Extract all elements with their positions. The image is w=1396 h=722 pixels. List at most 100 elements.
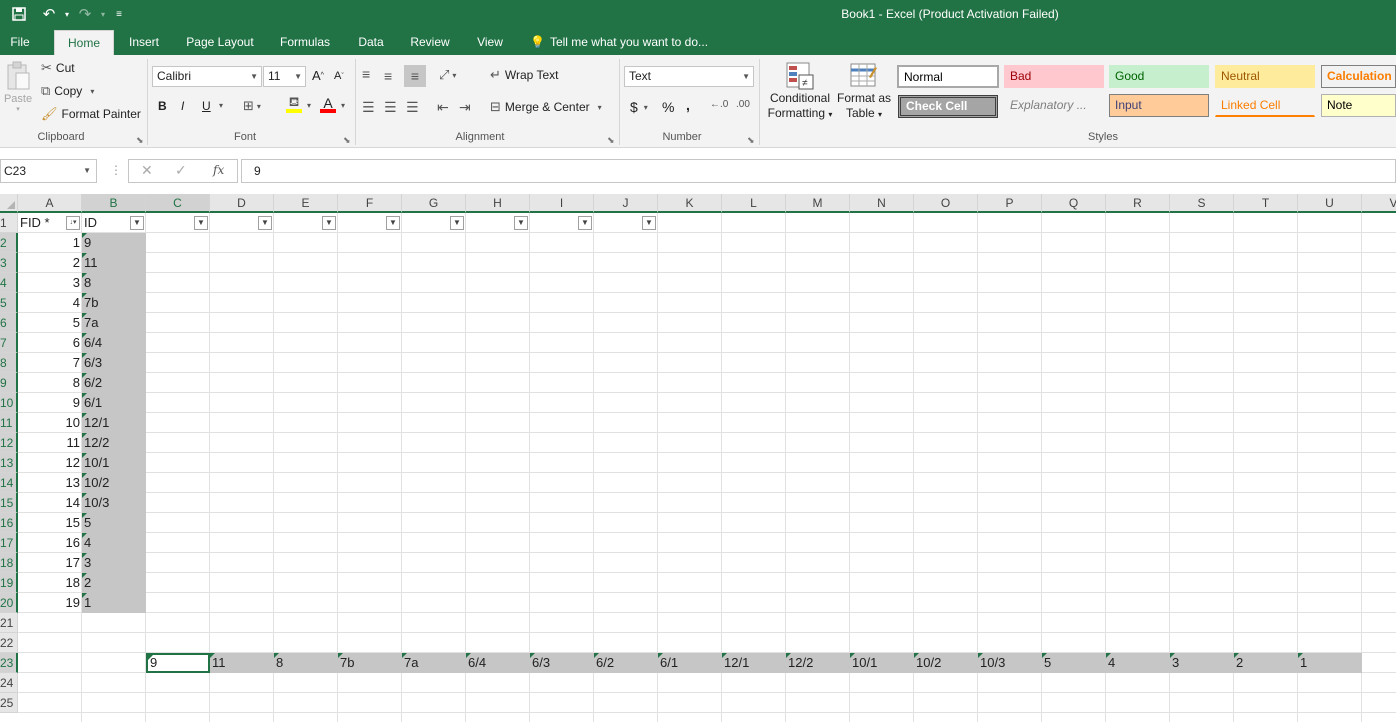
tell-me-box[interactable]: 💡 Tell me what you want to do... — [530, 30, 720, 55]
clipboard-launcher-icon[interactable]: ⬊ — [136, 135, 144, 146]
tab-data[interactable]: Data — [348, 30, 394, 55]
paste-button[interactable]: Paste ▾ — [4, 61, 32, 121]
cell-b3[interactable]: 11 — [82, 253, 146, 273]
row-header-15[interactable]: 15 — [0, 493, 18, 513]
font-size-combo[interactable]: 11 ▼ — [263, 66, 306, 87]
style-calculation[interactable]: Calculation — [1321, 65, 1396, 88]
font-name-combo[interactable]: Calibri ▼ — [152, 66, 262, 87]
column-header-p[interactable]: P — [978, 194, 1042, 213]
column-header-l[interactable]: L — [722, 194, 786, 213]
decrease-decimal-icon[interactable]: .00 — [736, 99, 750, 110]
style-note[interactable]: Note — [1321, 94, 1396, 117]
style-normal[interactable]: Normal — [897, 65, 999, 88]
filter-dropdown-icon[interactable]: ▼ — [386, 216, 400, 230]
comma-button[interactable]: , — [686, 97, 690, 113]
column-header-g[interactable]: G — [402, 194, 466, 213]
cell-t23[interactable]: 2 — [1234, 653, 1298, 673]
bold-button[interactable]: B — [158, 99, 167, 113]
column-header-j[interactable]: J — [594, 194, 658, 213]
row-header-9[interactable]: 9 — [0, 373, 18, 393]
cell-b12[interactable]: 12/2 — [82, 433, 146, 453]
cell-b18[interactable]: 3 — [82, 553, 146, 573]
format-painter-button[interactable]: 🖌 Format Painter — [41, 106, 141, 122]
cell-b10[interactable]: 6/1 — [82, 393, 146, 413]
row-header-11[interactable]: 11 — [0, 413, 18, 433]
column-header-q[interactable]: Q — [1042, 194, 1106, 213]
column-header-a[interactable]: A — [18, 194, 82, 213]
filter-dropdown-icon[interactable]: ▼ — [642, 216, 656, 230]
cell-b4[interactable]: 8 — [82, 273, 146, 293]
filter-dropdown-icon[interactable]: ▼ — [130, 216, 144, 230]
cell-b15[interactable]: 10/3 — [82, 493, 146, 513]
format-as-table-button[interactable]: Format as Table ▾ — [836, 61, 892, 122]
cell-a6[interactable]: 5 — [18, 313, 82, 333]
cell-a11[interactable]: 10 — [18, 413, 82, 433]
filter-dropdown-icon[interactable]: ▼ — [258, 216, 272, 230]
cell-b20[interactable]: 1 — [82, 593, 146, 613]
cell-a15[interactable]: 14 — [18, 493, 82, 513]
cell-b16[interactable]: 5 — [82, 513, 146, 533]
row-header-25[interactable]: 25 — [0, 693, 18, 713]
tab-review[interactable]: Review — [402, 30, 458, 55]
row-header-22[interactable]: 22 — [0, 633, 18, 653]
row-header-3[interactable]: 3 — [0, 253, 18, 273]
style-check-cell[interactable]: Check Cell — [898, 95, 998, 118]
cell-a3[interactable]: 2 — [18, 253, 82, 273]
wrap-text-button[interactable]: ↵ Wrap Text — [490, 67, 558, 83]
middle-align-icon[interactable]: ≡ — [384, 68, 392, 84]
percent-button[interactable]: % — [662, 99, 674, 115]
filter-dropdown-icon[interactable]: ▼ — [578, 216, 592, 230]
merge-center-button[interactable]: ⊟ Merge & Center ▾ — [490, 99, 602, 115]
cell-a8[interactable]: 7 — [18, 353, 82, 373]
cell-u23[interactable]: 1 — [1298, 653, 1362, 673]
number-format-combo[interactable]: Text ▼ — [624, 66, 754, 87]
align-left-icon[interactable]: ☰ — [362, 99, 375, 116]
cell-a4[interactable]: 3 — [18, 273, 82, 293]
cell-a5[interactable]: 4 — [18, 293, 82, 313]
row-header-17[interactable]: 17 — [0, 533, 18, 553]
column-header-v[interactable]: V — [1362, 194, 1396, 213]
cell-d23[interactable]: 11 — [210, 653, 274, 673]
cell-b5[interactable]: 7b — [82, 293, 146, 313]
style-neutral[interactable]: Neutral — [1215, 65, 1315, 88]
cell-g23[interactable]: 7a — [402, 653, 466, 673]
column-header-b[interactable]: B — [82, 194, 146, 213]
cell-p23[interactable]: 10/3 — [978, 653, 1042, 673]
column-header-d[interactable]: D — [210, 194, 274, 213]
cancel-icon[interactable]: ✕ — [141, 162, 153, 179]
cell-l23[interactable]: 12/1 — [722, 653, 786, 673]
insert-function-icon[interactable]: fx — [213, 163, 224, 177]
cell-c23[interactable]: 9 — [146, 653, 210, 673]
row-header-4[interactable]: 4 — [0, 273, 18, 293]
tab-formulas[interactable]: Formulas — [270, 30, 340, 55]
column-header-e[interactable]: E — [274, 194, 338, 213]
row-header-10[interactable]: 10 — [0, 393, 18, 413]
cell-b7[interactable]: 6/4 — [82, 333, 146, 353]
style-bad[interactable]: Bad — [1004, 65, 1104, 88]
cell-a13[interactable]: 12 — [18, 453, 82, 473]
column-header-u[interactable]: U — [1298, 194, 1362, 213]
row-header-8[interactable]: 8 — [0, 353, 18, 373]
cell-a18[interactable]: 17 — [18, 553, 82, 573]
column-header-o[interactable]: O — [914, 194, 978, 213]
cell-a14[interactable]: 13 — [18, 473, 82, 493]
worksheet-grid[interactable]: ABCDEFGHIJKLMNOPQRSTUV 1 2 3 4 5 6 7 8 9 10 11 12 13… — [0, 194, 1396, 722]
tab-file[interactable]: File — [0, 30, 40, 55]
cell-b2[interactable]: 9 — [82, 233, 146, 253]
filter-dropdown-icon[interactable]: ▼ — [194, 216, 208, 230]
row-header-5[interactable]: 5 — [0, 293, 18, 313]
cell-a17[interactable]: 16 — [18, 533, 82, 553]
fill-color-button[interactable]: ⛾ — [286, 95, 302, 113]
row-header-24[interactable]: 24 — [0, 673, 18, 693]
italic-button[interactable]: I — [181, 99, 184, 113]
decrease-indent-icon[interactable]: ⇤ — [437, 99, 449, 116]
cell-b19[interactable]: 2 — [82, 573, 146, 593]
alignment-launcher-icon[interactable]: ⬊ — [607, 135, 615, 146]
cell-s23[interactable]: 3 — [1170, 653, 1234, 673]
row-header-20[interactable]: 20 — [0, 593, 18, 613]
column-header-r[interactable]: R — [1106, 194, 1170, 213]
name-box[interactable]: C23 ▼ — [0, 159, 97, 183]
cell-a12[interactable]: 11 — [18, 433, 82, 453]
select-all-button[interactable] — [0, 194, 18, 213]
cell-j23[interactable]: 6/2 — [594, 653, 658, 673]
